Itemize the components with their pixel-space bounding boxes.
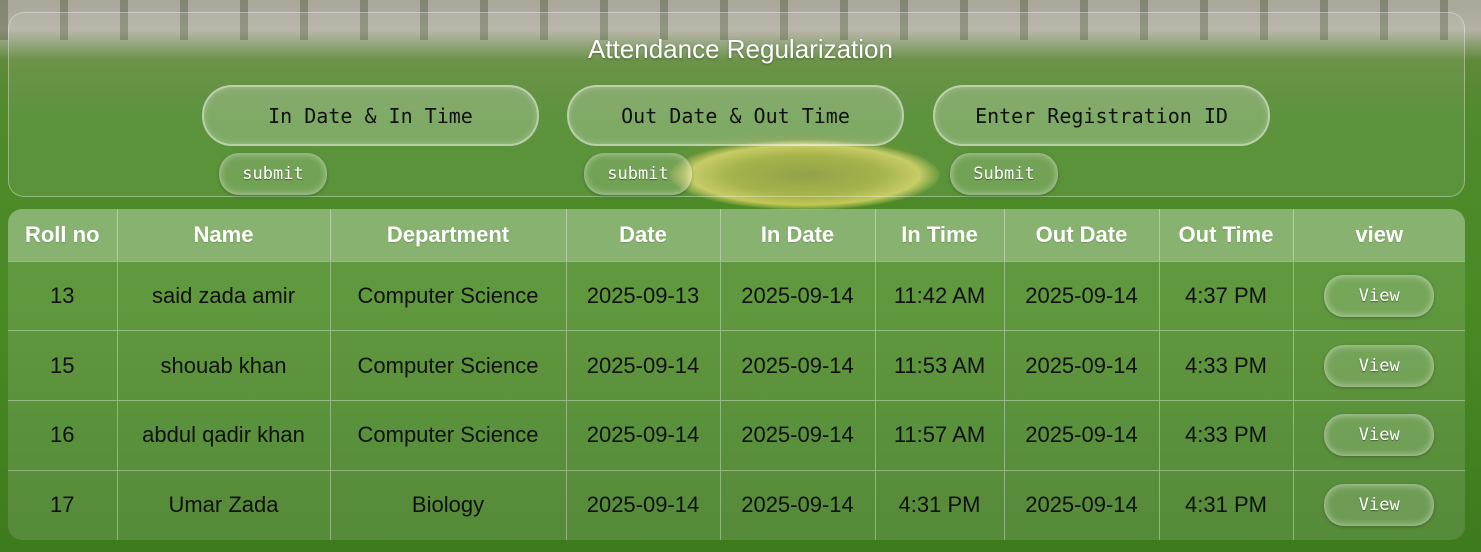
cell-roll-no: 16 — [8, 400, 118, 471]
header-name: Name — [117, 209, 331, 261]
view-button[interactable]: View — [1324, 484, 1435, 527]
page-title: Attendance Regularization — [588, 34, 893, 64]
table-header-row: Roll no Name Department Date In Date In … — [8, 209, 1465, 261]
cell-name: abdul qadir khan — [117, 400, 331, 471]
cell-in-date: 2025-09-14 — [720, 330, 876, 401]
registration-id-field[interactable]: Enter Registration ID — [933, 85, 1270, 146]
table-row: 17 Umar Zada Biology 2025-09-14 2025-09-… — [8, 469, 1465, 540]
cell-out-time: 4:33 PM — [1159, 400, 1294, 471]
header-in-date: In Date — [720, 209, 876, 261]
cell-date: 2025-09-14 — [566, 400, 721, 471]
cell-name: Umar Zada — [117, 469, 331, 540]
attendance-table: Roll no Name Department Date In Date In … — [8, 209, 1465, 540]
cell-in-date: 2025-09-14 — [720, 260, 876, 331]
cell-view: View — [1293, 469, 1465, 540]
cell-roll-no: 13 — [8, 260, 118, 331]
cell-roll-no: 17 — [8, 469, 118, 540]
cell-in-date: 2025-09-14 — [720, 400, 876, 471]
header-out-time: Out Time — [1159, 209, 1294, 261]
cell-department: Computer Science — [330, 400, 567, 471]
out-date-time-field[interactable]: Out Date & Out Time — [567, 85, 904, 146]
registration-submit-button[interactable]: Submit — [950, 153, 1058, 195]
cell-department: Biology — [330, 469, 567, 540]
cell-in-time: 11:57 AM — [875, 400, 1005, 471]
cell-in-date: 2025-09-14 — [720, 469, 876, 540]
cell-out-date: 2025-09-14 — [1004, 330, 1160, 401]
in-date-submit-button[interactable]: submit — [219, 153, 327, 195]
cell-date: 2025-09-14 — [566, 469, 721, 540]
cell-view: View — [1293, 260, 1465, 331]
table-row: 13 said zada amir Computer Science 2025-… — [8, 260, 1465, 331]
header-department: Department — [330, 209, 567, 261]
cell-out-date: 2025-09-14 — [1004, 400, 1160, 471]
header-date: Date — [566, 209, 721, 261]
cell-in-time: 4:31 PM — [875, 469, 1005, 540]
cell-in-time: 11:42 AM — [875, 260, 1005, 331]
cell-out-date: 2025-09-14 — [1004, 469, 1160, 540]
table-row: 15 shouab khan Computer Science 2025-09-… — [8, 330, 1465, 401]
view-button[interactable]: View — [1324, 274, 1435, 317]
cell-date: 2025-09-14 — [566, 330, 721, 401]
cell-view: View — [1293, 330, 1465, 401]
header-roll-no: Roll no — [8, 209, 118, 261]
cell-department: Computer Science — [330, 330, 567, 401]
cell-out-date: 2025-09-14 — [1004, 260, 1160, 331]
cell-out-time: 4:31 PM — [1159, 469, 1294, 540]
view-button[interactable]: View — [1324, 344, 1435, 387]
attendance-table-container: Roll no Name Department Date In Date In … — [8, 209, 1465, 540]
cell-out-time: 4:37 PM — [1159, 260, 1294, 331]
cell-in-time: 11:53 AM — [875, 330, 1005, 401]
header-view: view — [1293, 209, 1465, 261]
header-in-time: In Time — [875, 209, 1005, 261]
table-row: 16 abdul qadir khan Computer Science 202… — [8, 400, 1465, 471]
cell-roll-no: 15 — [8, 330, 118, 401]
view-button[interactable]: View — [1324, 414, 1435, 457]
out-date-submit-button[interactable]: submit — [584, 153, 692, 195]
cell-department: Computer Science — [330, 260, 567, 331]
cell-out-time: 4:33 PM — [1159, 330, 1294, 401]
cell-view: View — [1293, 400, 1465, 471]
cell-date: 2025-09-13 — [566, 260, 721, 331]
cell-name: shouab khan — [117, 330, 331, 401]
cell-name: said zada amir — [117, 260, 331, 331]
in-date-time-field[interactable]: In Date & In Time — [202, 85, 539, 146]
header-out-date: Out Date — [1004, 209, 1160, 261]
